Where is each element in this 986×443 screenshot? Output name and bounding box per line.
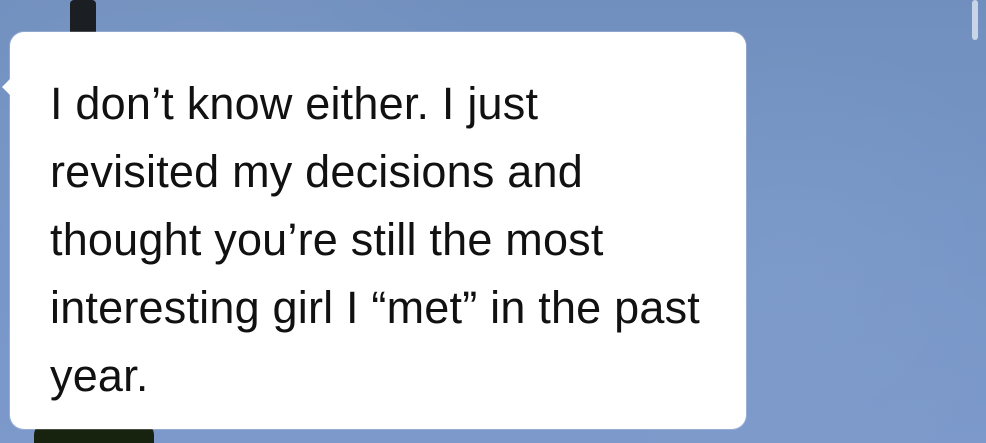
- vertical-scrollbar[interactable]: [972, 0, 978, 40]
- background-tree-silhouette: [70, 0, 96, 34]
- message-bubble-tail: [2, 77, 12, 97]
- message-text: I don’t know either. I just revisited my…: [50, 78, 700, 401]
- incoming-message-bubble: I don’t know either. I just revisited my…: [2, 32, 746, 429]
